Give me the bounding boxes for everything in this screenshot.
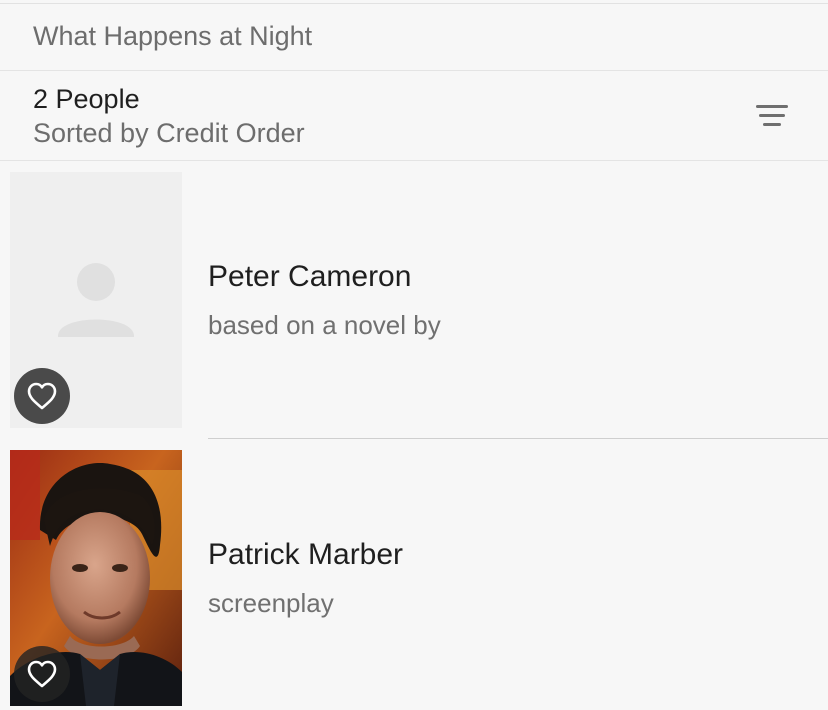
favorite-button[interactable]	[14, 368, 70, 424]
summary-bar: 2 People Sorted by Credit Order	[0, 71, 828, 161]
sort-lines-icon	[756, 105, 788, 126]
person-name: Patrick Marber	[208, 538, 404, 571]
person-name: Peter Cameron	[208, 260, 412, 293]
page-title: What Happens at Night	[33, 21, 313, 51]
sort-order-label: Sorted by Credit Order	[33, 118, 305, 148]
heart-outline-icon	[27, 382, 57, 410]
favorite-button[interactable]	[14, 646, 70, 702]
list-item[interactable]: Patrick Marber screenplay	[0, 450, 828, 706]
person-role: screenplay	[208, 588, 334, 618]
person-photo[interactable]	[10, 450, 182, 706]
sort-button[interactable]	[748, 99, 796, 133]
credits-screen: What Happens at Night 2 People Sorted by…	[0, 0, 828, 710]
title-bar: What Happens at Night	[0, 4, 828, 71]
list-item[interactable]: Peter Cameron based on a novel by	[0, 172, 828, 428]
people-count: 2 People	[33, 84, 140, 114]
heart-outline-icon	[27, 660, 57, 688]
person-role: based on a novel by	[208, 310, 441, 340]
person-photo[interactable]	[10, 172, 182, 428]
row-divider	[208, 438, 828, 439]
